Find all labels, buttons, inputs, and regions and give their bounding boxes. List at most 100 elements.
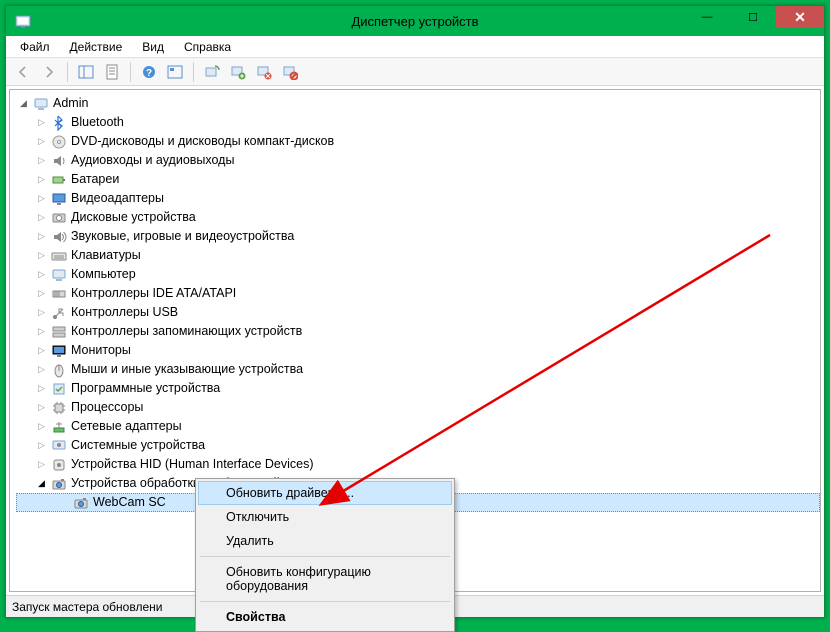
expand-icon[interactable]: ▷: [36, 174, 47, 185]
update-driver-button[interactable]: [227, 61, 249, 83]
tree-root-label: Admin: [53, 94, 88, 113]
menu-view[interactable]: Вид: [132, 38, 174, 56]
hid-icon: [51, 457, 67, 473]
tree-category-label: Устройства HID (Human Interface Devices): [71, 455, 314, 474]
audio-icon: [51, 153, 67, 169]
disable-button[interactable]: [279, 61, 301, 83]
tree-root[interactable]: ◢ Admin: [16, 94, 820, 113]
collapse-icon[interactable]: ◢: [18, 98, 29, 109]
tree-category-label: Мониторы: [71, 341, 131, 360]
tree-category[interactable]: ▷ Мыши и иные указывающие устройства: [16, 360, 820, 379]
tree-category[interactable]: ▷Звуковые, игровые и видеоустройства: [16, 227, 820, 246]
maximize-button[interactable]: ☐: [730, 6, 776, 28]
sound-icon: [51, 229, 67, 245]
toolbar-separator: [193, 62, 194, 82]
expand-icon[interactable]: ▷: [36, 402, 47, 413]
tree-category[interactable]: ▷ Bluetooth: [16, 113, 820, 132]
status-text: Запуск мастера обновлени: [12, 600, 162, 614]
tree-category[interactable]: ▷Аудиовходы и аудиовыходы: [16, 151, 820, 170]
expand-icon[interactable]: ▷: [36, 440, 47, 451]
tree-category-label: Компьютер: [71, 265, 136, 284]
expand-icon[interactable]: ▷: [36, 307, 47, 318]
computer-icon: [51, 267, 67, 283]
tree-category[interactable]: ▷ Процессоры: [16, 398, 820, 417]
scan-button[interactable]: [201, 61, 223, 83]
expand-icon[interactable]: ▷: [36, 459, 47, 470]
monitor-icon: [51, 343, 67, 359]
tree-category[interactable]: ▷Программные устройства: [16, 379, 820, 398]
expand-icon[interactable]: ▷: [36, 231, 47, 242]
tree-category[interactable]: ▷ Дисковые устройства: [16, 208, 820, 227]
tree-category[interactable]: ▷ DVD-дисководы и дисководы компакт-диско…: [16, 132, 820, 151]
cpu-icon: [51, 400, 67, 416]
show-hide-tree-button[interactable]: [75, 61, 97, 83]
storagectrl-icon: [51, 324, 67, 340]
menu-help[interactable]: Справка: [174, 38, 241, 56]
context-menu-item[interactable]: Отключить: [198, 505, 452, 529]
minimize-button[interactable]: —: [684, 6, 730, 28]
ide-icon: [51, 286, 67, 302]
tree-category-label: Bluetooth: [71, 113, 124, 132]
tree-category-label: Клавиатуры: [71, 246, 141, 265]
uninstall-button[interactable]: [253, 61, 275, 83]
software-icon: [51, 381, 67, 397]
menu-file[interactable]: Файл: [10, 38, 60, 56]
expand-icon[interactable]: ▷: [36, 383, 47, 394]
tree-category[interactable]: ▷ Системные устройства: [16, 436, 820, 455]
expand-icon[interactable]: ▷: [36, 326, 47, 337]
menu-action[interactable]: Действие: [60, 38, 133, 56]
close-button[interactable]: ✕: [776, 6, 824, 28]
system-icon: [51, 438, 67, 454]
context-menu-item[interactable]: Обновить конфигурацию оборудования: [198, 560, 452, 598]
expand-icon[interactable]: ▷: [36, 155, 47, 166]
battery-icon: [51, 172, 67, 188]
collapse-icon[interactable]: ◢: [36, 478, 47, 489]
tree-category[interactable]: ▷ Контроллеры USB: [16, 303, 820, 322]
context-menu-item[interactable]: Обновить драйверы...: [198, 481, 452, 505]
expand-icon[interactable]: ▷: [36, 117, 47, 128]
tree-category[interactable]: ▷Сетевые адаптеры: [16, 417, 820, 436]
tree-category[interactable]: ▷ Батареи: [16, 170, 820, 189]
expand-icon[interactable]: ▷: [36, 136, 47, 147]
tree-category-label: Мыши и иные указывающие устройства: [71, 360, 303, 379]
svg-text:?: ?: [146, 68, 152, 79]
toolbar-separator: [67, 62, 68, 82]
tree-category[interactable]: ▷ Клавиатуры: [16, 246, 820, 265]
tree-category-label: Процессоры: [71, 398, 143, 417]
expand-icon[interactable]: ▷: [36, 250, 47, 261]
context-menu-divider: [200, 601, 450, 602]
back-button[interactable]: [12, 61, 34, 83]
tree-category[interactable]: ▷Видеоадаптеры: [16, 189, 820, 208]
context-menu: Обновить драйверы...ОтключитьУдалить Обно…: [195, 478, 455, 632]
expand-icon[interactable]: ▷: [36, 288, 47, 299]
action-button[interactable]: [164, 61, 186, 83]
keyboard-icon: [51, 248, 67, 264]
computer-icon: [33, 96, 49, 112]
expand-icon[interactable]: ▷: [36, 421, 47, 432]
tree-category-label: Системные устройства: [71, 436, 205, 455]
toolbar: ?: [6, 58, 824, 86]
tree-category-label: Дисковые устройства: [71, 208, 196, 227]
expand-icon[interactable]: ▷: [36, 193, 47, 204]
device-tree[interactable]: ◢ Admin ▷ Bluetooth ▷ DVD-дисководы и диско…: [10, 90, 820, 512]
expand-icon[interactable]: ▷: [36, 345, 47, 356]
tree-category[interactable]: ▷Контроллеры запоминающих устройств: [16, 322, 820, 341]
tree-category-label: Контроллеры USB: [71, 303, 178, 322]
help-button[interactable]: ?: [138, 61, 160, 83]
expand-icon[interactable]: ▷: [36, 212, 47, 223]
tree-category-label: DVD-дисководы и дисководы компакт-дисков: [71, 132, 334, 151]
tree-category[interactable]: ▷ Компьютер: [16, 265, 820, 284]
tree-category[interactable]: ▷ Мониторы: [16, 341, 820, 360]
expand-icon[interactable]: ▷: [36, 269, 47, 280]
imaging-icon: [51, 476, 67, 492]
tree-category-label: Батареи: [71, 170, 119, 189]
webcam-icon: [73, 495, 89, 511]
forward-button[interactable]: [38, 61, 60, 83]
context-menu-item[interactable]: Свойства: [198, 605, 452, 629]
context-menu-item[interactable]: Удалить: [198, 529, 452, 553]
tree-category[interactable]: ▷ Устройства HID (Human Interface Devices…: [16, 455, 820, 474]
tree-category[interactable]: ▷Контроллеры IDE ATA/ATAPI: [16, 284, 820, 303]
spacer: [58, 497, 69, 508]
expand-icon[interactable]: ▷: [36, 364, 47, 375]
properties-button[interactable]: [101, 61, 123, 83]
